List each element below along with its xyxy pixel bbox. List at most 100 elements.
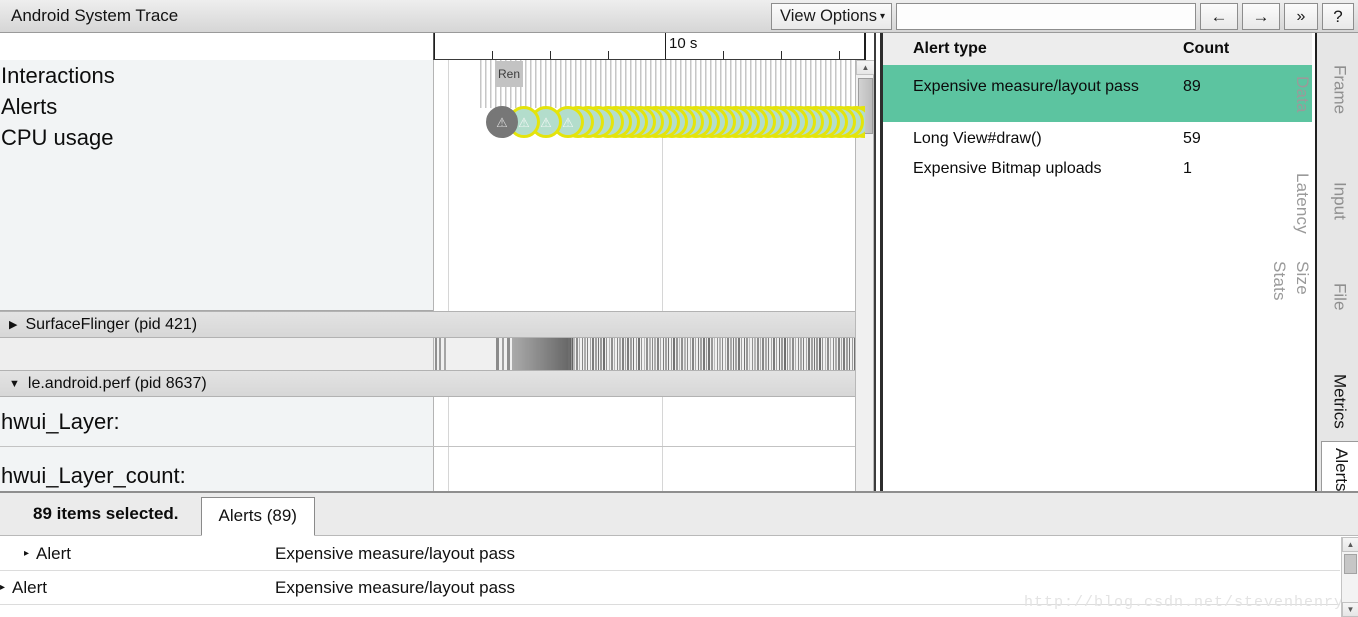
group-row-surfaceflinger[interactable]: ▶ SurfaceFlinger (pid 421) (0, 311, 876, 338)
slice-bar (592, 338, 594, 370)
slice-bar (835, 338, 837, 370)
alert-count-cell: 59 (1183, 130, 1201, 147)
slice-bar (651, 338, 654, 370)
slice-bar (743, 338, 746, 370)
slice-bar (711, 338, 713, 370)
ghost-tab-size[interactable]: Size (1292, 261, 1312, 295)
slice-bar (613, 338, 616, 370)
search-next-button[interactable]: → (1242, 3, 1280, 30)
slice-bar (692, 338, 694, 370)
slice-bar (770, 338, 773, 370)
alert-marker[interactable]: ⚠ (486, 106, 518, 138)
chevron-down-icon[interactable]: ▼ (9, 378, 20, 390)
overflow-button[interactable]: » (1284, 3, 1318, 30)
ghost-tab-data[interactable]: Data (1292, 76, 1312, 113)
slice-bar (611, 338, 613, 370)
scroll-up-icon[interactable]: ▲ (856, 60, 875, 75)
overview-panel: Interactions Alerts CPU usage Ren ⚠⚠⚠⚠⚠⚠… (0, 60, 876, 311)
slice-bar (827, 338, 829, 370)
overview-label-interactions: Interactions (1, 63, 115, 88)
slice-bar (735, 338, 737, 370)
render-slice-chip[interactable]: Ren (495, 61, 523, 87)
surfaceflinger-canvas[interactable] (433, 338, 865, 370)
slice-bar (676, 338, 678, 370)
slice-bar (597, 338, 600, 370)
column-header-alert-type[interactable]: Alert type (883, 40, 1183, 58)
slice-bar (640, 338, 643, 370)
track-row-hwui-layer[interactable]: hwui_Layer: (0, 397, 876, 447)
surfaceflinger-summary-track[interactable] (0, 338, 876, 370)
chevron-right-icon[interactable]: ▸ (0, 582, 5, 593)
scroll-down-icon[interactable]: ▼ (1342, 602, 1358, 617)
slice-bar (748, 338, 751, 370)
side-tab-frame[interactable]: Frame (1319, 53, 1358, 127)
slice-bar (646, 338, 648, 370)
slice-bar (848, 338, 851, 370)
slice-bar (439, 338, 441, 370)
slice-bar (784, 338, 786, 370)
slice-bar (740, 338, 743, 370)
slice-bar (678, 338, 681, 370)
slice-bar (635, 338, 638, 370)
detail-kind-cell: ▸ Alert (0, 578, 275, 598)
scrollbar-thumb[interactable] (1344, 554, 1357, 574)
slice-bar (813, 338, 816, 370)
search-input[interactable] (902, 7, 1190, 26)
timeline-ruler[interactable]: 10 s (433, 33, 865, 60)
slice-bar (608, 338, 611, 370)
overview-canvas[interactable]: Ren ⚠⚠⚠⚠⚠⚠⚠⚠⚠⚠⚠⚠⚠⚠⚠⚠⚠⚠⚠⚠⚠⚠⚠⚠⚠⚠⚠⚠⚠⚠⚠⚠⚠⚠⚠⚠… (433, 60, 865, 311)
ghost-tab-stats[interactable]: Stats (1269, 261, 1289, 301)
slice-bar (767, 338, 770, 370)
detail-row[interactable]: ▸ Alert Expensive measure/layout pass (0, 537, 1340, 571)
arrow-left-icon: ← (1210, 6, 1228, 26)
watermark: http://blog.csdn.net/stevenhenry (1023, 594, 1344, 611)
slice-bar (808, 338, 810, 370)
timeline-track-region[interactable]: 10 s Interactions Alerts CPU usage Ren ⚠… (0, 33, 876, 511)
detail-description-cell: Expensive measure/layout pass (275, 543, 516, 563)
slice-bar (800, 338, 802, 370)
side-tab-metrics[interactable]: Metrics (1319, 365, 1358, 437)
help-button[interactable]: ? (1322, 3, 1354, 30)
slice-bar (581, 338, 584, 370)
slice-bar (584, 338, 586, 370)
slice-bar (851, 338, 854, 370)
alerts-table-row[interactable]: Expensive Bitmap uploads 1 (883, 152, 1312, 182)
alert-marker-row[interactable]: ⚠⚠⚠⚠⚠⚠⚠⚠⚠⚠⚠⚠⚠⚠⚠⚠⚠⚠⚠⚠⚠⚠⚠⚠⚠⚠⚠⚠⚠⚠⚠⚠⚠⚠⚠⚠⚠⚠⚠⚠… (434, 106, 865, 140)
track-canvas-hwui-layer[interactable] (433, 397, 865, 446)
slice-bar (697, 338, 700, 370)
alerts-table-row[interactable]: Expensive measure/layout pass 89 (883, 65, 1312, 122)
search-field-wrapper[interactable] (896, 3, 1196, 30)
slice-bar (838, 338, 840, 370)
slice-bar (802, 338, 805, 370)
chevron-right-icon[interactable]: ▸ (24, 548, 29, 559)
slice-bar (681, 338, 683, 370)
ghost-tab-latency[interactable]: Latency (1292, 173, 1312, 234)
slice-bar (759, 338, 762, 370)
view-options-button[interactable]: View Options ▾ (771, 3, 892, 30)
titlebar-toolbar: View Options ▾ ← → » ? (771, 3, 1354, 30)
slice-bar (630, 338, 632, 370)
slice-bar (789, 338, 791, 370)
slice-bar (624, 338, 627, 370)
slice-bar (816, 338, 818, 370)
side-tab-file[interactable]: File (1319, 273, 1358, 321)
detail-kind-label: Alert (12, 577, 47, 597)
slice-bar (673, 338, 675, 370)
warning-triangle-icon: ⚠ (540, 114, 552, 130)
warning-triangle-icon: ⚠ (496, 114, 508, 130)
bottom-vertical-scrollbar[interactable]: ▲ ▼ (1341, 537, 1358, 617)
slice-bar (444, 338, 446, 370)
column-header-count[interactable]: Count (1183, 40, 1283, 58)
group-row-le-android-perf[interactable]: ▼ le.android.perf (pid 8637) (0, 370, 876, 397)
alerts-table-row[interactable]: Long View#draw() 59 (883, 122, 1312, 152)
side-tab-input[interactable]: Input (1319, 168, 1358, 234)
detail-kind-cell: ▸ Alert (0, 544, 275, 564)
scroll-up-icon[interactable]: ▲ (1342, 537, 1358, 552)
tab-alerts[interactable]: Alerts (89) (200, 497, 315, 536)
slice-bar (832, 338, 835, 370)
alert-count-cell: 1 (1183, 160, 1192, 177)
chevron-right-icon[interactable]: ▶ (9, 318, 17, 331)
slice-bar (649, 338, 651, 370)
search-prev-button[interactable]: ← (1200, 3, 1238, 30)
slice-bar (819, 338, 821, 370)
